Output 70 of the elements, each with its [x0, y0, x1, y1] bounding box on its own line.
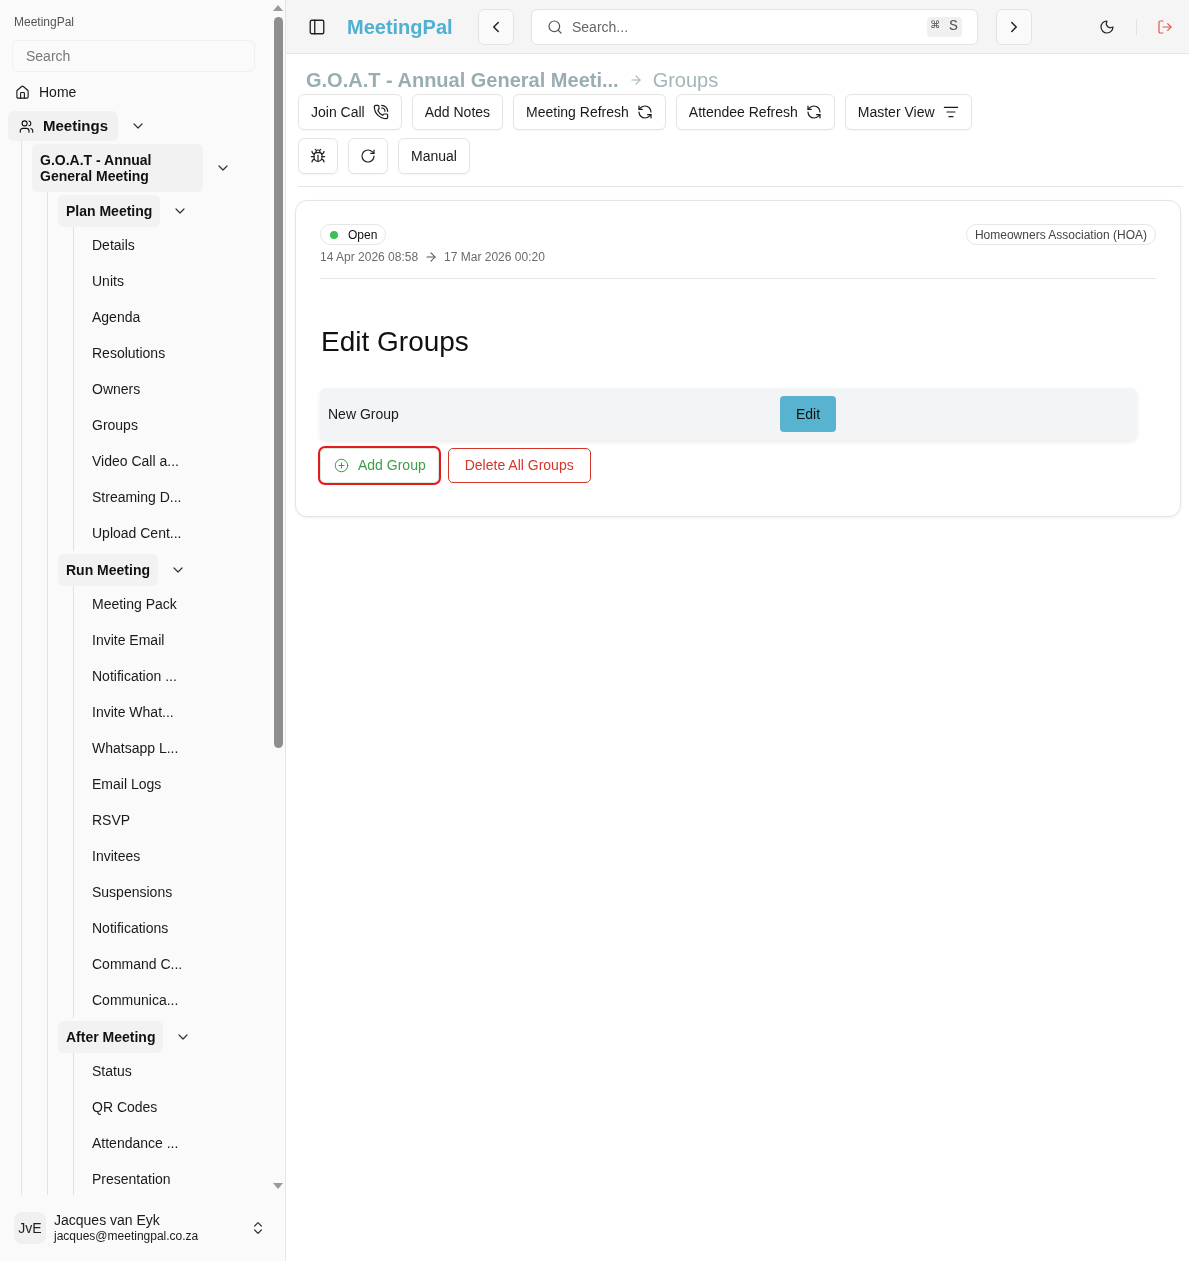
icon-button[interactable] [348, 138, 388, 174]
sidebar-item[interactable]: Notification ... [84, 665, 185, 687]
sidebar-item[interactable]: Status [84, 1060, 140, 1082]
sidebar-item[interactable]: Details [84, 234, 143, 256]
refresh-icon [636, 104, 653, 120]
sidebar-item[interactable]: Presentation [84, 1168, 179, 1190]
reload-icon [360, 148, 376, 164]
moon-icon[interactable] [1099, 18, 1115, 35]
breadcrumb-current: Groups [652, 68, 719, 93]
sidebar-item[interactable]: Command C... [84, 953, 191, 975]
sidebar-app-name: MeetingPal [13, 14, 76, 30]
scrollbar-thumb[interactable] [273, 17, 283, 748]
sidebar-group-item[interactable]: Plan Meeting [58, 195, 161, 227]
edit-button[interactable]: Edit [780, 396, 837, 432]
bug-icon [310, 148, 326, 164]
plus-circle-icon [334, 458, 349, 473]
sidebar-group-item[interactable]: Run Meeting [58, 554, 158, 586]
sidebar-item[interactable]: Whatsapp L... [84, 737, 187, 759]
sidebar-group-item[interactable]: G.O.A.T - Annual General Meeting [32, 144, 203, 192]
sidebar-item[interactable]: Notifications [84, 917, 177, 939]
end-date: 17 Mar 2026 00:20 [444, 249, 545, 265]
sidebar-item[interactable]: Invitees [84, 845, 149, 867]
users-icon [19, 118, 34, 134]
avatar-initials: JvE [14, 1212, 46, 1244]
sidebar-group-item[interactable]: After Meeting [58, 1021, 164, 1053]
sidebar-item[interactable]: Upload Cent... [84, 522, 190, 544]
user-name: Jacques van Eyk [54, 1212, 161, 1228]
logout-icon[interactable] [1157, 18, 1173, 35]
sidebar-item[interactable]: Agenda [84, 306, 149, 328]
sidebar-item[interactable]: Email Logs [84, 773, 170, 795]
sidebar-item[interactable]: Video Call a... [84, 450, 187, 472]
arrow-right-icon [424, 250, 439, 264]
toolbar-button[interactable]: Attendee Refresh [675, 94, 835, 130]
sidebar-item[interactable]: Groups [84, 414, 146, 436]
section-heading: Edit Groups [320, 325, 469, 359]
scroll-down-arrow-icon[interactable] [273, 1183, 283, 1189]
sidebar-item[interactable]: Invite Email [84, 629, 173, 651]
group-name: New Group [328, 406, 399, 422]
icon-button[interactable] [298, 138, 338, 174]
arrow-right-icon [628, 73, 643, 87]
sidebar-item[interactable]: Meeting Pack [84, 593, 185, 615]
toolbar-button[interactable]: Meeting Refresh [513, 94, 666, 130]
home-link[interactable]: Home [15, 81, 77, 103]
panel-icon[interactable] [308, 17, 326, 36]
sidebar-item[interactable]: Streaming D... [84, 486, 190, 508]
sidebar-item[interactable]: RSVP [84, 809, 139, 831]
toolbar-button[interactable]: Master View [844, 94, 972, 130]
sidebar-item[interactable]: Invite What... [84, 701, 182, 723]
phone-icon [372, 104, 389, 120]
search-icon [547, 18, 563, 35]
delete-all-button[interactable]: Delete All Groups [447, 448, 591, 483]
sidebar-item[interactable]: Attendance ... [84, 1132, 187, 1154]
scroll-up-arrow-icon[interactable] [273, 5, 283, 11]
toolbar-button[interactable]: Add Notes [411, 94, 504, 130]
sidebar-item[interactable]: Resolutions [84, 342, 174, 364]
list-icon [942, 104, 959, 120]
toolbar-button[interactable]: Manual [398, 138, 470, 174]
refresh-icon [805, 104, 822, 120]
sidebar-item[interactable]: Units [84, 270, 132, 292]
sidebar-item[interactable]: Communica... [84, 989, 187, 1011]
sidebar-item[interactable]: Suspensions [84, 881, 181, 903]
brand-name: MeetingPal [347, 14, 454, 40]
sidebar-search-field[interactable]: Search [12, 40, 255, 72]
start-date: 14 Apr 2026 08:58 [320, 249, 419, 265]
sidebar-group-item[interactable]: Meetings [8, 111, 118, 141]
sidebar-item[interactable]: Owners [84, 378, 149, 400]
toolbar-button[interactable]: Join Call [298, 94, 402, 130]
user-email: jacques@meetingpal.co.za [54, 1228, 199, 1244]
sidebar-item[interactable]: QR Codes [84, 1096, 166, 1118]
house-icon [15, 84, 30, 100]
